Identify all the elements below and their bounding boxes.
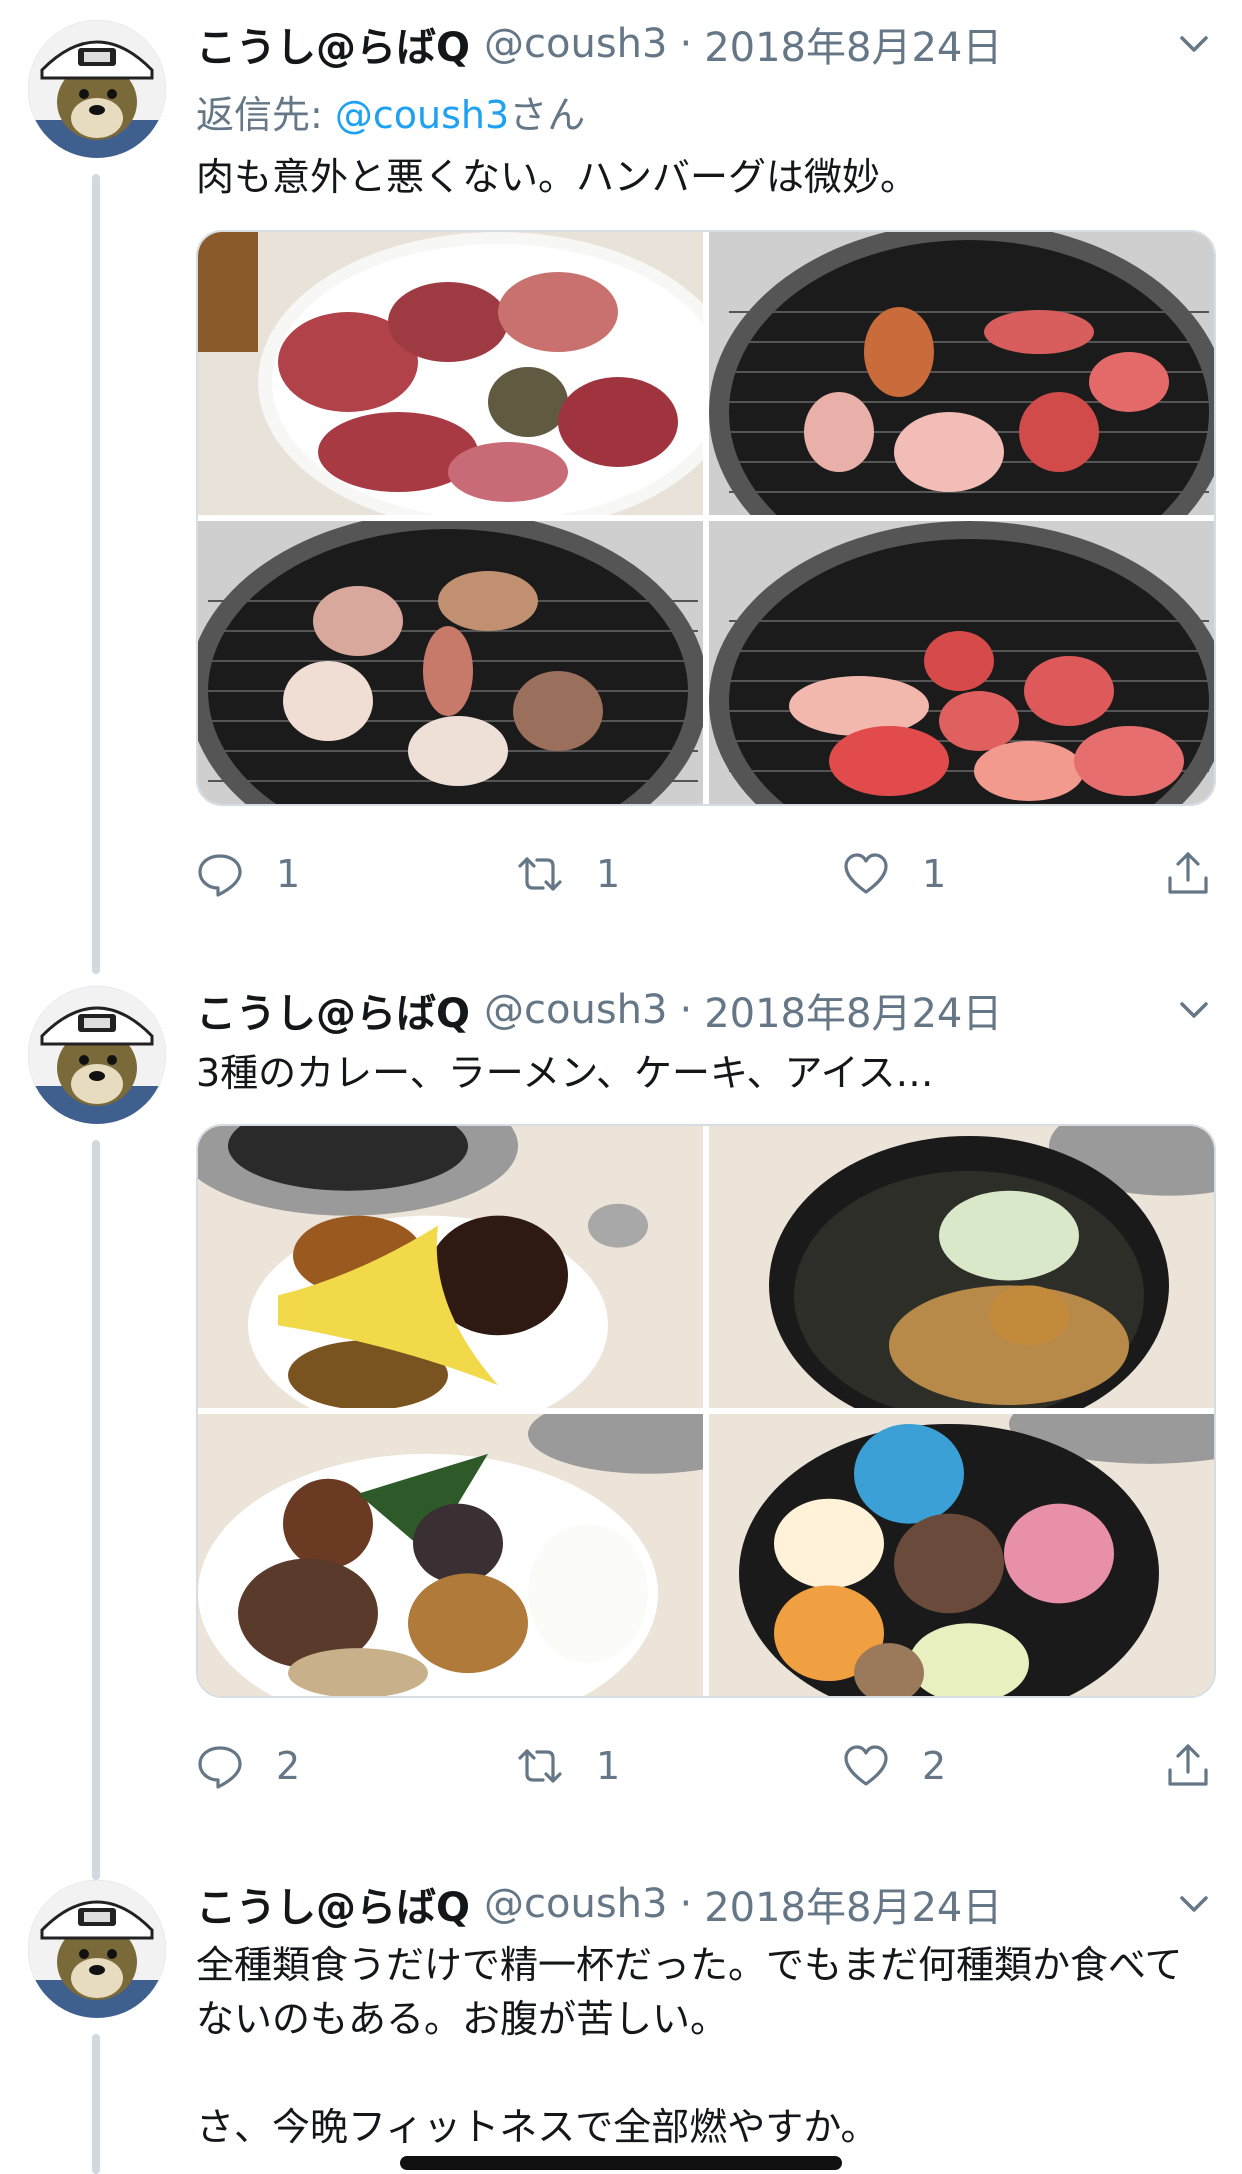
avatar[interactable] [28, 20, 166, 158]
like-button[interactable]: 2 [842, 1736, 946, 1796]
retweet-icon [518, 857, 562, 891]
dog-avatar-icon [28, 1880, 166, 2018]
author-handle[interactable]: @coush3 [484, 987, 667, 1033]
reply-to-suffix: さん [509, 93, 586, 137]
heart-icon [844, 1745, 888, 1786]
heart-icon [844, 853, 888, 894]
tweet-text: 全種類食うだけで精一杯だった。でもまだ何種類か食べてないのもある。お腹が苦しい。… [196, 1943, 1183, 2149]
photo-grill-1[interactable] [709, 232, 1214, 515]
reply-count: 2 [276, 1744, 301, 1788]
chevron-down-icon[interactable] [1174, 1884, 1214, 1924]
tweet-actions: 1 1 1 [196, 844, 1216, 904]
chevron-down-icon[interactable] [1174, 990, 1214, 1030]
author-name[interactable]: こうし@らばQ [196, 981, 470, 1039]
retweet-count: 1 [596, 1744, 621, 1788]
reply-icon [198, 1746, 242, 1789]
dog-avatar-icon [28, 986, 166, 1124]
tweet[interactable]: こうし@らばQ @coush3 · 2018年8月24日 全種類食うだけで精一杯… [0, 1860, 1242, 2174]
like-count: 2 [922, 1744, 947, 1788]
photo-grill-2[interactable] [198, 521, 703, 804]
photo-cake[interactable] [198, 1414, 703, 1696]
share-button[interactable] [1164, 1736, 1212, 1796]
separator-dot: · [679, 1881, 693, 1927]
retweet-count: 1 [596, 852, 621, 896]
reply-icon [198, 854, 242, 897]
photo-ramen[interactable] [709, 1126, 1214, 1408]
tweet-text: 肉も意外と悪くない。ハンバーグは微妙。 [196, 155, 919, 199]
photo-ice-cream[interactable] [709, 1414, 1214, 1696]
tweet-date[interactable]: 2018年8月24日 [704, 15, 1002, 73]
author-handle[interactable]: @coush3 [484, 1881, 667, 1927]
reply-button[interactable]: 2 [196, 1736, 300, 1796]
avatar[interactable] [28, 1880, 166, 2018]
tweet[interactable]: こうし@らばQ @coush3 · 2018年8月24日 返信先: @coush… [0, 0, 1242, 960]
reply-to-line: 返信先: @coush3さん [196, 84, 585, 139]
tweet-text: 3種のカレー、ラーメン、ケーキ、アイス… [196, 1051, 934, 1095]
retweet-icon [518, 1749, 562, 1783]
reply-count: 1 [276, 852, 301, 896]
photo-meat-plate[interactable] [198, 232, 703, 515]
home-indicator[interactable] [400, 2156, 842, 2170]
author-handle[interactable]: @coush3 [484, 21, 667, 67]
chevron-down-icon[interactable] [1174, 24, 1214, 64]
photo-grill-3[interactable] [709, 521, 1214, 804]
reply-button[interactable]: 1 [196, 844, 300, 904]
share-icon [1168, 1744, 1208, 1786]
tweet-date[interactable]: 2018年8月24日 [704, 981, 1002, 1039]
retweet-button[interactable]: 1 [516, 1736, 620, 1796]
photo-curry[interactable] [198, 1126, 703, 1408]
reply-to-mention[interactable]: @coush3 [335, 93, 509, 137]
tweet-actions: 2 1 2 [196, 1736, 1216, 1796]
avatar[interactable] [28, 986, 166, 1124]
separator-dot: · [679, 987, 693, 1033]
photo-grid [196, 1124, 1216, 1698]
separator-dot: · [679, 21, 693, 67]
author-name[interactable]: こうし@らばQ [196, 15, 470, 73]
share-button[interactable] [1164, 844, 1212, 904]
reply-to-prefix: 返信先: [196, 93, 335, 137]
photo-grid [196, 230, 1216, 806]
share-icon [1168, 852, 1208, 894]
tweet-date[interactable]: 2018年8月24日 [704, 1875, 1002, 1933]
tweet[interactable]: こうし@らばQ @coush3 · 2018年8月24日 3種のカレー、ラーメン… [0, 966, 1242, 1860]
retweet-button[interactable]: 1 [516, 844, 620, 904]
like-count: 1 [922, 852, 947, 896]
dog-avatar-icon [28, 20, 166, 158]
author-name[interactable]: こうし@らばQ [196, 1875, 470, 1933]
like-button[interactable]: 1 [842, 844, 946, 904]
